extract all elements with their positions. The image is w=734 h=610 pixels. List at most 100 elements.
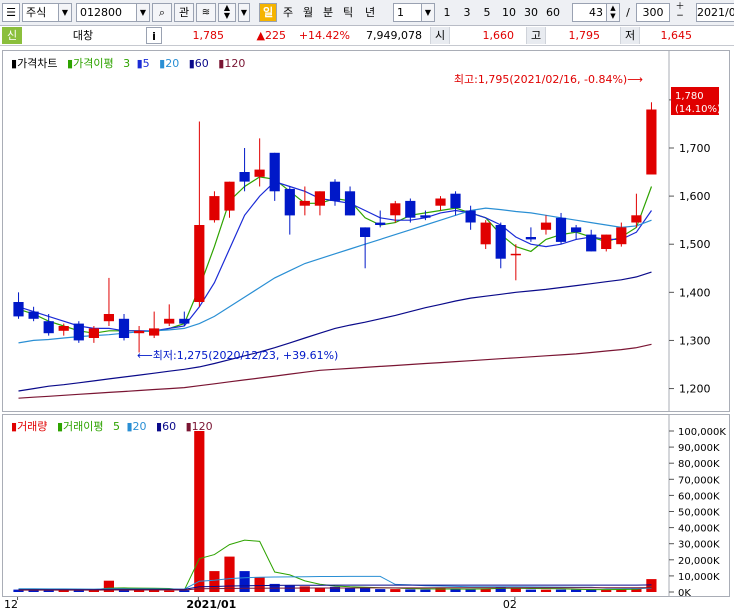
candle-body — [405, 200, 416, 218]
candle — [269, 152, 280, 201]
candle-body — [616, 227, 627, 245]
candle — [435, 196, 446, 211]
quick-interval-30[interactable]: 30 — [520, 3, 542, 22]
volume-bar — [299, 586, 310, 592]
candle-body — [586, 234, 597, 252]
candle — [616, 222, 627, 247]
quote-info-bar: 신 대창 i 1,785 ▲225 +14.42% 7,949,078 시 1,… — [0, 26, 734, 46]
volume-tick-label: 50,000K — [678, 508, 720, 519]
volume-bar — [194, 431, 205, 592]
candle-body — [88, 328, 99, 338]
interval-select-value: 1 — [397, 6, 404, 19]
volume-bars — [13, 431, 657, 592]
price-y-axis: 1,8001,7001,6001,5001,4001,3001,200 — [669, 94, 711, 396]
total-count-input[interactable]: 300 — [636, 3, 670, 22]
candle — [314, 191, 325, 216]
volume-chart-panel[interactable]: ▮거래량 ▮거래이평 5 ▮20 ▮60 ▮120 100,000K 90,000… — [2, 414, 730, 597]
candle-body — [646, 109, 657, 175]
volume-bar — [525, 589, 536, 592]
info-icon[interactable]: i — [146, 27, 162, 44]
volume-bar — [284, 585, 295, 592]
stock-stepper-icon[interactable]: ▲ ▼ — [218, 3, 236, 22]
candle — [631, 193, 642, 228]
date-tick-label: 2021/01 — [186, 598, 236, 609]
candle-body — [299, 200, 310, 206]
candle — [88, 326, 99, 343]
volume-bar — [405, 589, 416, 592]
period-tick-button[interactable]: 틱 — [339, 3, 357, 22]
current-price-marker-rate: (14.10%) — [675, 104, 721, 115]
candle-body — [435, 198, 446, 206]
chart-toolbar: ☰ 주식 ▼ 012800 ▼ ⌕ 관 ≋ ▲ ▼ ▼ 일 주 월 분 틱 년 1… — [0, 0, 734, 26]
volume-bar — [646, 579, 657, 592]
candle-body — [555, 217, 567, 242]
candle-body — [58, 326, 69, 331]
price-tick-label: 1,300 — [679, 334, 711, 347]
candle — [480, 220, 491, 250]
period-day-button[interactable]: 일 — [259, 3, 277, 22]
stock-name: 대창 — [72, 29, 94, 42]
volume-bar — [465, 589, 476, 592]
open-label: 시 — [430, 27, 450, 44]
stock-code-value: 012800 — [80, 6, 122, 19]
candle-body — [28, 311, 39, 319]
price-tick-label: 1,500 — [679, 238, 711, 251]
quick-interval-1[interactable]: 1 — [438, 3, 456, 22]
candle-body — [194, 225, 205, 302]
candle — [646, 102, 657, 175]
volume-tick-label: 70,000K — [678, 475, 720, 486]
quick-interval-60[interactable]: 60 — [542, 3, 564, 22]
candle-body — [43, 321, 54, 334]
market-dropdown-chevron-icon[interactable]: ▼ — [58, 3, 72, 22]
interval-chevron-icon[interactable]: ▼ — [421, 3, 435, 22]
candle — [601, 234, 612, 252]
volume-tick-label: 30,000K — [678, 540, 720, 551]
period-year-button[interactable]: 년 — [359, 3, 381, 22]
menu-icon[interactable]: ☰ — [2, 3, 20, 22]
candle — [299, 186, 310, 216]
candle-body — [73, 323, 84, 341]
volume-bar — [344, 588, 356, 592]
candle-body — [375, 222, 386, 225]
market-select-value: 주식 — [26, 6, 47, 19]
period-minute-button[interactable]: 분 — [319, 3, 337, 22]
candle-body — [149, 328, 160, 336]
volume-tick-label: 90,000K — [678, 443, 720, 454]
candle — [540, 215, 552, 235]
search-icon[interactable]: ⌕ — [152, 3, 172, 22]
volume-bar — [254, 577, 265, 592]
candle — [118, 313, 130, 341]
candle — [495, 222, 506, 269]
count-separator: / — [626, 6, 630, 19]
candle-body — [254, 169, 265, 177]
display-count-stepper-icon[interactable]: ▲ ▼ — [606, 3, 620, 22]
candle-body — [209, 196, 220, 221]
candle-body — [13, 302, 24, 317]
price-chart-panel[interactable]: ▮가격차트 ▮가격이평 3 ▮5 ▮20 ▮60 ▮120 1,8001,700… — [2, 50, 730, 412]
quick-interval-10[interactable]: 10 — [498, 3, 520, 22]
candle-body — [480, 222, 491, 245]
candle-body — [239, 172, 250, 182]
watchlist-button[interactable]: 관 — [174, 3, 194, 22]
candle — [149, 311, 160, 339]
candle — [194, 121, 205, 307]
candle-body — [179, 318, 190, 324]
candle-body — [390, 203, 401, 216]
link-icon[interactable]: ≋ — [196, 3, 216, 22]
date-input[interactable]: 2021/0 — [696, 3, 734, 22]
volume-bar — [390, 589, 401, 592]
candle — [405, 198, 416, 223]
stock-menu-chevron-icon[interactable]: ▼ — [238, 3, 250, 22]
volume-bar — [164, 590, 175, 592]
price-change: ▲225 — [256, 29, 286, 42]
low-label: 저 — [620, 27, 640, 44]
period-month-button[interactable]: 월 — [299, 3, 317, 22]
stock-code-chevron-icon[interactable]: ▼ — [136, 3, 150, 22]
date-x-axis: 12 2021/01 02 — [4, 597, 517, 609]
candle — [450, 191, 461, 216]
zoom-icon[interactable]: ＋ − — [672, 3, 688, 22]
candle — [73, 321, 84, 343]
quick-interval-5[interactable]: 5 — [478, 3, 496, 22]
quick-interval-3[interactable]: 3 — [458, 3, 476, 22]
period-week-button[interactable]: 주 — [279, 3, 297, 22]
